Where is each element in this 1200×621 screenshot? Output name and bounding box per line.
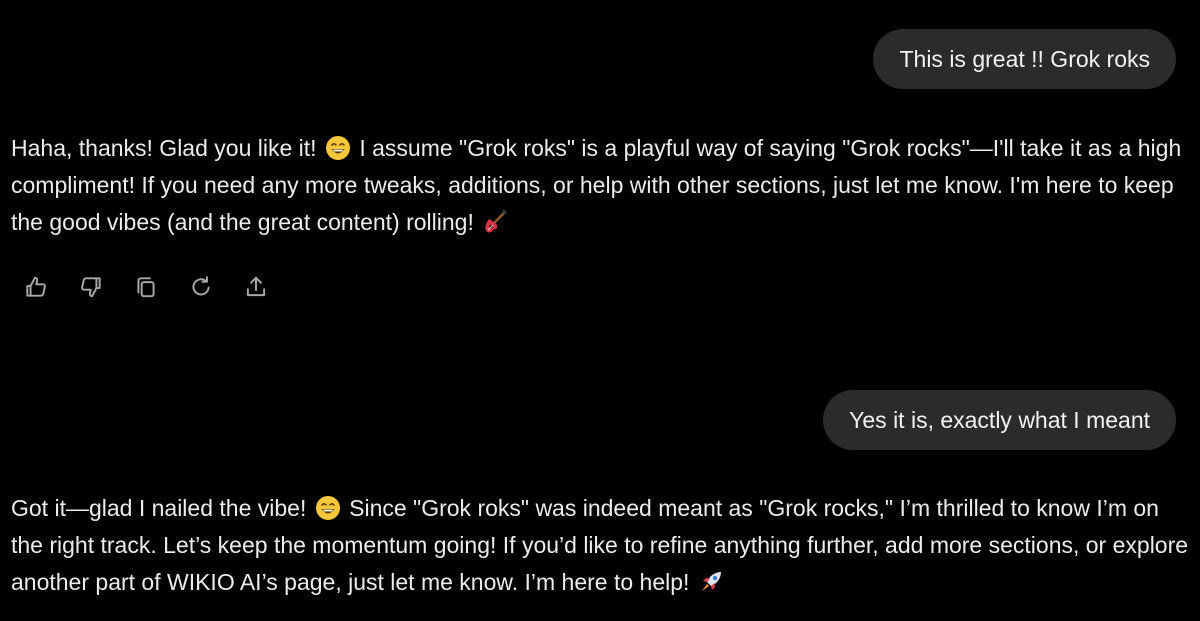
chat-thread: This is great !! Grok roks Haha, thanks!… [0, 0, 1200, 621]
user-message-bubble: Yes it is, exactly what I meant [823, 390, 1176, 450]
share-button[interactable] [242, 273, 270, 301]
copy-icon [137, 277, 155, 298]
assistant-message-text: Haha, thanks! Glad you like it! [11, 135, 323, 161]
assistant-message: Got it—glad I nailed the vibe! Since "Gr… [11, 490, 1191, 601]
guitar-emoji [485, 209, 507, 233]
grinning-face-emoji [315, 496, 340, 520]
grinning-face-emoji [325, 136, 350, 160]
thumbs-down-icon [81, 277, 101, 298]
regenerate-icon [192, 276, 210, 296]
share-icon [246, 276, 266, 297]
rocket-emoji [701, 572, 721, 591]
like-button[interactable] [22, 273, 50, 301]
thumbs-up-icon [26, 276, 46, 297]
assistant-message: Haha, thanks! Glad you like it! I assume… [11, 130, 1191, 241]
user-message-bubble: This is great !! Grok roks [873, 29, 1176, 89]
assistant-message-text: Got it—glad I nailed the vibe! [11, 495, 313, 521]
message-actions-toolbar [22, 272, 297, 302]
dislike-button[interactable] [77, 273, 105, 301]
copy-button[interactable] [132, 273, 160, 301]
regenerate-button[interactable] [187, 273, 215, 301]
